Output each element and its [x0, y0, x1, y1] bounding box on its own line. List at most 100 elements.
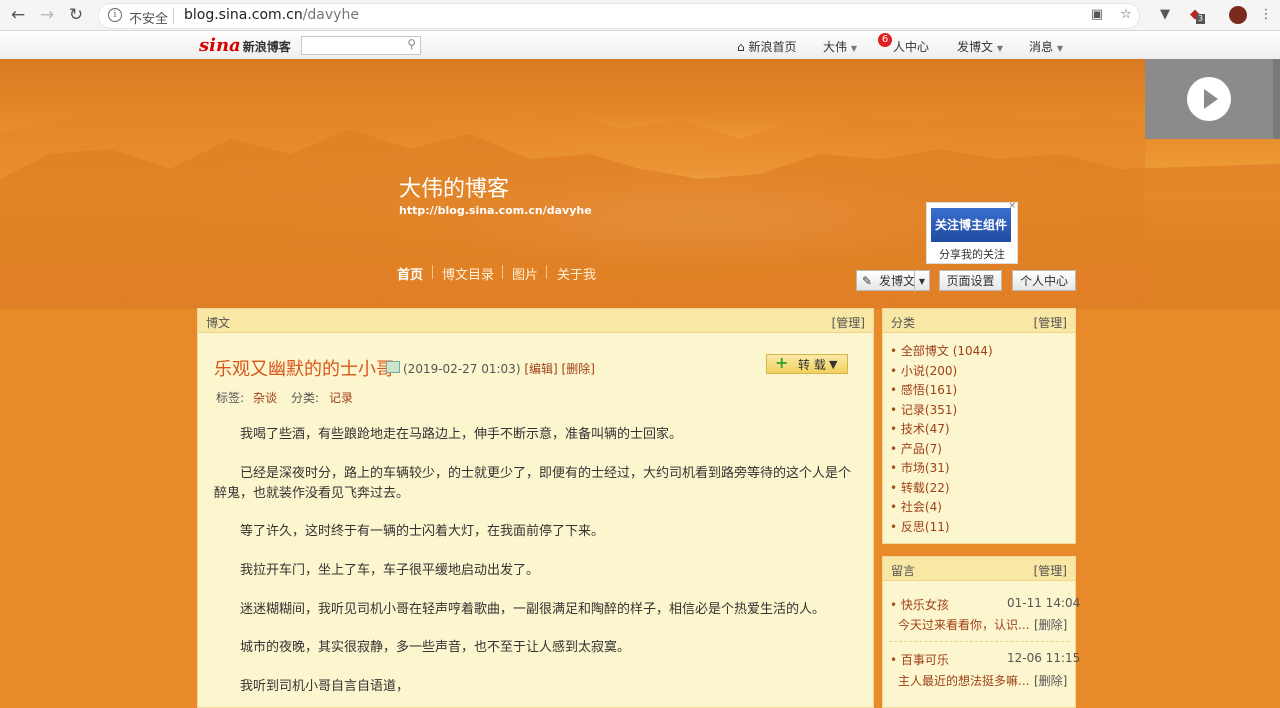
edit-icon: ✎ [862, 274, 873, 288]
bookmark-star-icon[interactable]: ☆ [1117, 6, 1135, 24]
address-divider [173, 8, 174, 24]
message-panel-header: 留言 [管理] [883, 557, 1075, 581]
blog-url[interactable]: http://blog.sina.com.cn/davyhe [399, 204, 592, 217]
tag-link[interactable]: 杂谈 [253, 389, 277, 406]
toolbar-home-label: 新浪首页 [748, 40, 797, 54]
notification-badge: 6 [878, 33, 892, 47]
blog-banner [0, 59, 1280, 309]
article-paragraph: 我拉开车门，坐上了车，车子很平缓地启动出发了。 [240, 563, 540, 578]
url-host: blog.sina.com.cn [184, 7, 303, 23]
message-text[interactable]: 今天过来看看你，认识... [898, 616, 1029, 633]
extension-badge: 3 [1196, 14, 1206, 24]
category-item[interactable]: 技术(47) [890, 420, 950, 437]
category-item[interactable]: 反思(11) [890, 518, 950, 535]
article-date: (2019-02-27 01:03) [403, 362, 521, 376]
article-paragraph: 城市的夜晚，其实很寂静，多一些声音，也不至于让人感到太寂寞。 [240, 640, 631, 655]
address-bar[interactable]: i 不安全 blog.sina.com.cn/davyhe [98, 3, 1140, 29]
page-settings-button[interactable]: 页面设置 [939, 270, 1002, 291]
category-item[interactable]: 市场(31) [890, 459, 950, 476]
image-icon [386, 361, 400, 373]
category-item[interactable]: 记录(351) [890, 401, 957, 418]
toolbar-user-label: 大伟 [823, 40, 848, 54]
message-delete-link[interactable]: [删除] [1034, 616, 1067, 633]
message-time: 01-11 14:04 [1007, 596, 1081, 610]
chevron-down-icon[interactable]: ▼ [914, 271, 929, 292]
security-label: 不安全 [129, 12, 169, 27]
category-panel-title: 分类 [891, 316, 916, 330]
article-paragraph: 我听到司机小哥自言自语道， [240, 679, 410, 694]
extension-shield-icon[interactable]: ◆ 3 [1186, 6, 1206, 24]
toolbar-search-input[interactable]: ⚲ [301, 36, 421, 55]
nav-separator [432, 265, 433, 279]
personal-center-button[interactable]: 个人中心 [1012, 270, 1076, 291]
article-meta: (2019-02-27 01:03) [编辑] [删除] [403, 360, 595, 377]
message-panel-title: 留言 [891, 564, 916, 578]
article-delete-link[interactable]: [删除] [562, 362, 595, 376]
info-icon[interactable]: i [108, 8, 122, 22]
message-author[interactable]: 快乐女孩 [890, 596, 949, 613]
repost-button[interactable]: + 转 载 ▼ [766, 354, 848, 374]
chevron-down-icon: ▼ [850, 44, 857, 53]
post-article-label: 发博文 [879, 274, 916, 288]
category-item[interactable]: 全部博文 (1044) [890, 342, 993, 359]
caret-down-icon: ▼ [829, 358, 838, 371]
article-manage-link[interactable]: [管理] [832, 314, 865, 331]
chevron-down-icon: ▼ [1056, 44, 1063, 53]
tags-label: 标签: [216, 391, 245, 405]
follow-widget-caption[interactable]: 分享我的关注 [927, 246, 1017, 262]
url-text[interactable]: blog.sina.com.cn/davyhe [184, 7, 359, 23]
video-widget[interactable] [1145, 59, 1280, 139]
reload-icon[interactable]: ↻ [66, 5, 86, 25]
article-paragraph: 迷迷糊糊间，我听见司机小哥在轻声哼着歌曲，一副很满足和陶醉的样子，相信必是个热爱… [240, 602, 826, 617]
toolbar-user-menu[interactable]: 大伟 ▼ [823, 38, 857, 55]
menu-kebab-icon[interactable]: ⋮ [1257, 6, 1275, 24]
message-text[interactable]: 主人最近的想法挺多嘛... [898, 672, 1029, 689]
toolbar-post-menu[interactable]: 发博文 ▼ [957, 38, 1003, 55]
article-paragraph: 等了许久，这时终于有一辆的士闪着大灯，在我面前停了下来。 [240, 524, 605, 539]
mountain-silhouette [0, 94, 1280, 309]
toolbar-message-label: 消息 [1029, 40, 1054, 54]
category-item[interactable]: 转载(22) [890, 479, 950, 496]
search-icon[interactable]: ⚲ [407, 37, 416, 51]
blog-title[interactable]: 大伟的博客 [399, 171, 509, 203]
blocked-popup-icon[interactable]: ▣ [1088, 6, 1106, 24]
blog-nav-home[interactable]: 首页 [397, 264, 423, 283]
chevron-down-icon: ▼ [996, 44, 1003, 53]
blog-nav-articles[interactable]: 博文目录 [442, 264, 494, 283]
sina-blog-logo[interactable]: sina 新浪博客 [199, 35, 291, 56]
blog-nav-about[interactable]: 关于我 [557, 264, 596, 283]
back-icon[interactable]: ← [8, 5, 28, 25]
toolbar-home-link[interactable]: ⌂ 新浪首页 [737, 38, 796, 55]
post-article-button[interactable]: ✎ 发博文 ▼ [856, 270, 930, 292]
category-item[interactable]: 小说(200) [890, 362, 957, 379]
video-edge [1273, 59, 1280, 139]
message-manage-link[interactable]: [管理] [1034, 562, 1067, 579]
category-item[interactable]: 社会(4) [890, 498, 942, 515]
browser-toolbar: ← → ↻ i 不安全 blog.sina.com.cn/davyhe ▣ ☆ … [0, 0, 1280, 31]
article-title[interactable]: 乐观又幽默的的士小哥 [214, 355, 394, 381]
blog-nav-pictures[interactable]: 图片 [512, 264, 538, 283]
message-author[interactable]: 百事可乐 [890, 651, 949, 668]
repost-label: 转 载 [798, 358, 826, 372]
article-panel-title: 博文 [206, 316, 231, 330]
follow-widget-banner[interactable]: 关注博主组件 [931, 208, 1011, 242]
plus-icon: + [775, 353, 789, 372]
close-icon[interactable]: × [1008, 201, 1016, 211]
play-icon[interactable] [1187, 77, 1231, 121]
toolbar-center-link[interactable]: 人中心 [893, 38, 929, 55]
url-path: /davyhe [302, 7, 359, 23]
category-item[interactable]: 产品(7) [890, 440, 942, 457]
message-delete-link[interactable]: [删除] [1034, 672, 1067, 689]
home-icon: ⌂ [737, 40, 745, 54]
pocket-icon[interactable]: ▼ [1156, 6, 1174, 24]
follow-widget[interactable]: 关注博主组件 × 分享我的关注 [926, 201, 1018, 264]
category-label: 分类: [291, 391, 320, 405]
category-item[interactable]: 感悟(161) [890, 381, 957, 398]
profile-avatar-icon[interactable] [1229, 6, 1247, 24]
article-paragraph: 我喝了些酒，有些踉跄地走在马路边上，伸手不断示意，准备叫辆的士回家。 [240, 427, 683, 442]
article-edit-link[interactable]: [编辑] [524, 362, 557, 376]
toolbar-message-menu[interactable]: 消息 ▼ [1029, 38, 1063, 55]
forward-icon[interactable]: → [37, 5, 57, 25]
category-link[interactable]: 记录 [329, 389, 353, 406]
category-manage-link[interactable]: [管理] [1034, 314, 1067, 331]
